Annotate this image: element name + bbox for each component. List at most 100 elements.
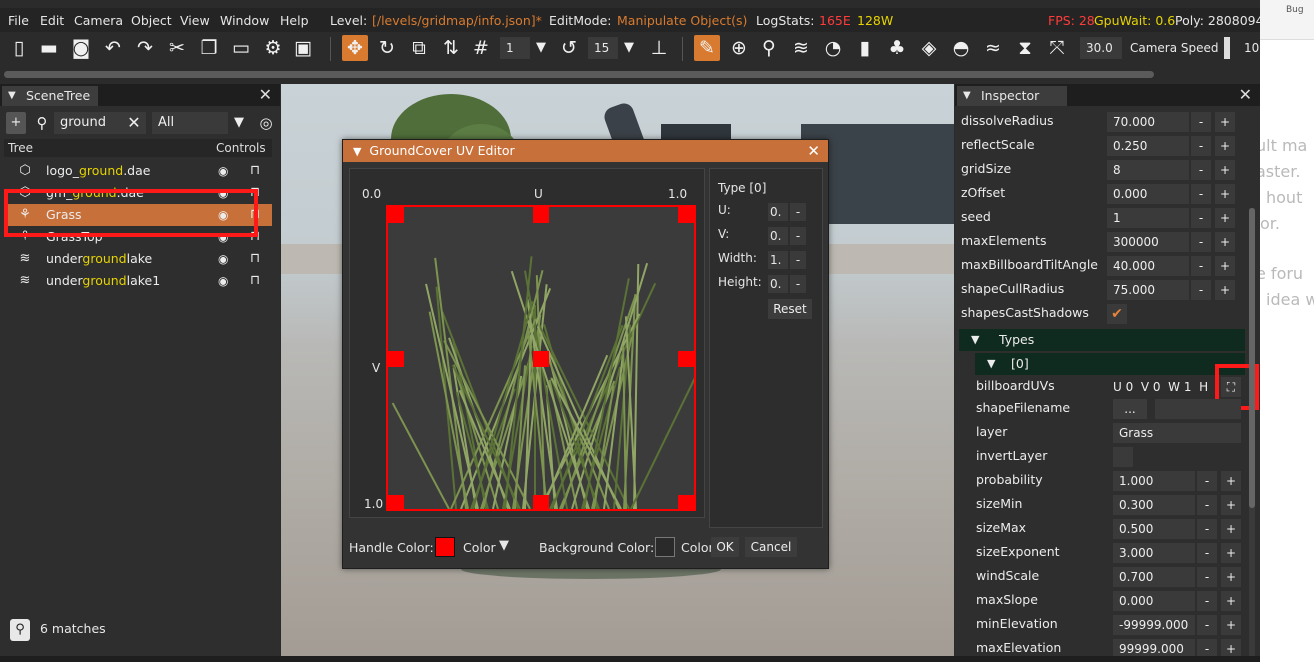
scene-tree-row[interactable]: ≋ undergroundlake ◉ ⊓ [4, 248, 272, 270]
inspector-tab[interactable]: ▼ Inspector [957, 86, 1067, 106]
increment-button[interactable]: + [1221, 495, 1241, 515]
scene-tree-row[interactable]: ≋ undergroundlake1 ◉ ⊓ [4, 270, 272, 292]
eye-icon[interactable]: ◉ [218, 248, 228, 270]
collapse-triangle-icon[interactable]: ▼ [987, 353, 995, 375]
property-value-input[interactable]: 0.500 [1113, 519, 1195, 539]
menu-edit[interactable]: Edit [40, 13, 64, 28]
property-value-input[interactable]: 0.300 [1113, 495, 1195, 515]
terrain-paint-icon[interactable]: ◓ [948, 35, 974, 61]
clear-search-icon[interactable]: ✕ [124, 112, 144, 134]
u-field-input[interactable]: 0. [768, 203, 788, 221]
filter-dropdown-icon[interactable]: ▼ [230, 112, 248, 134]
increment-button[interactable]: + [1221, 615, 1241, 635]
add-group-icon[interactable]: + [6, 112, 26, 134]
rotate-snap-icon[interactable]: ↺ [556, 35, 582, 61]
uv-handle-middle-right[interactable] [678, 351, 694, 367]
property-value-input[interactable]: 40.000 [1107, 256, 1189, 276]
lock-icon[interactable]: ⊓ [250, 160, 260, 182]
property-value-input[interactable]: 0.700 [1113, 567, 1195, 587]
undo-icon[interactable]: ↶ [100, 35, 126, 61]
property-value-input[interactable]: 1.000 [1113, 471, 1195, 491]
grid-size-dropdown-icon[interactable]: ▼ [528, 35, 554, 61]
increment-button[interactable]: + [1221, 519, 1241, 539]
toolbar-scrollbar[interactable] [0, 68, 1260, 82]
settings-gear-icon[interactable]: ⚙ [260, 35, 286, 61]
close-icon[interactable]: ✕ [259, 84, 272, 106]
property-value-input[interactable]: 0.000 [1107, 184, 1189, 204]
increment-button[interactable]: + [1221, 639, 1241, 656]
browse-file-button[interactable]: ... [1113, 399, 1147, 419]
logstats-errors[interactable]: 165E [819, 13, 851, 28]
handle-color-swatch[interactable] [435, 537, 455, 557]
property-value-input[interactable]: 0.000 [1113, 591, 1195, 611]
scene-tree-tab[interactable]: ▼ SceneTree [2, 86, 99, 106]
dialog-title-bar[interactable]: ▼ GroundCover UV Editor [343, 140, 828, 162]
type0-group-header[interactable]: ▼ [0] [975, 353, 1245, 375]
decrement-button[interactable]: - [1191, 184, 1211, 204]
lock-icon[interactable]: ⊓ [250, 248, 260, 270]
decrement-button[interactable]: - [1197, 567, 1217, 587]
forest-icon[interactable]: ♣ [884, 35, 910, 61]
handle-color-dropdown[interactable]: Color [463, 540, 496, 555]
uv-handle-bottom-center[interactable] [533, 495, 549, 511]
toolbar-scrollbar-thumb[interactable] [4, 71, 1154, 78]
menu-help[interactable]: Help [280, 13, 309, 28]
layer-input[interactable]: Grass [1113, 423, 1241, 443]
snap-axis-icon[interactable]: ⇅ [438, 35, 464, 61]
edit-pencil-icon[interactable]: ✎ [694, 35, 720, 61]
logstats-warnings[interactable]: 128W [857, 13, 893, 28]
shapes-cast-shadows-checkbox[interactable]: ✔ [1107, 304, 1127, 324]
delete-icon[interactable]: ▮ [852, 35, 878, 61]
grid-snap-icon[interactable]: # [468, 35, 494, 61]
decrement-button[interactable]: - [1191, 208, 1211, 228]
road-lanes-icon[interactable]: ⧗ [1012, 35, 1038, 61]
increment-button[interactable]: + [1221, 471, 1241, 491]
uv-handle-bottom-left[interactable] [388, 495, 404, 511]
move-tool-icon[interactable]: ✥ [342, 35, 368, 61]
uv-handle-middle-left[interactable] [388, 351, 404, 367]
uv-handle-top-center[interactable] [533, 207, 549, 223]
v-field-input[interactable]: 0. [768, 227, 788, 245]
increment-button[interactable]: + [1221, 591, 1241, 611]
eye-icon[interactable]: ◉ [218, 160, 228, 182]
decrement-button[interactable]: - [1191, 232, 1211, 252]
redo-icon[interactable]: ↷ [132, 35, 158, 61]
cancel-button[interactable]: Cancel [745, 537, 797, 557]
invert-layer-checkbox[interactable] [1113, 447, 1133, 467]
increment-button[interactable]: + [1215, 136, 1235, 156]
water-tool-icon[interactable]: ≈ [980, 35, 1006, 61]
locate-icon[interactable]: ◎ [256, 112, 276, 134]
property-value-input[interactable]: 3.000 [1113, 543, 1195, 563]
menu-file[interactable]: File [8, 13, 29, 28]
uv-handle-bottom-right[interactable] [678, 495, 694, 511]
cut-icon[interactable]: ✂ [164, 35, 190, 61]
menu-window[interactable]: Window [220, 13, 269, 28]
decrement-button[interactable]: - [1197, 495, 1217, 515]
collapse-triangle-icon[interactable]: ▼ [963, 86, 971, 106]
collapse-triangle-icon[interactable]: ▼ [971, 329, 979, 351]
decrement-button[interactable]: - [1197, 615, 1217, 635]
property-value-input[interactable]: 75.000 [1107, 280, 1189, 300]
background-color-dropdown[interactable]: Color [681, 540, 714, 555]
uv-canvas[interactable]: 0.0 U 1.0 V 1.0 [349, 168, 705, 518]
filter-select[interactable]: All [152, 112, 228, 134]
decrement-button[interactable]: - [1191, 280, 1211, 300]
bicycle-icon[interactable]: ⚲ [756, 35, 782, 61]
increment-button[interactable]: + [1221, 567, 1241, 587]
new-file-icon[interactable]: ▯ [6, 35, 32, 61]
grid-size-input[interactable]: 1 [500, 37, 530, 59]
close-icon[interactable]: ✕ [1239, 84, 1252, 106]
height-field-input[interactable]: 0. [768, 275, 788, 293]
camera-speed-input[interactable]: 30.0 [1080, 37, 1122, 59]
decrement-button[interactable]: - [1191, 256, 1211, 276]
shape-filename-input[interactable] [1155, 399, 1241, 419]
increment-button[interactable]: + [1215, 280, 1235, 300]
save-icon[interactable]: ◙ [68, 35, 94, 61]
scale-tool-icon[interactable]: ⧉ [406, 35, 432, 61]
property-value-input[interactable]: 70.000 [1107, 112, 1189, 132]
menu-view[interactable]: View [180, 13, 210, 28]
collapse-triangle-icon[interactable]: ▼ [8, 86, 16, 106]
chevron-down-icon[interactable]: ▼ [499, 538, 509, 553]
scene-tree-row[interactable]: ⬡ logo_ground.dae ◉ ⊓ [4, 160, 272, 182]
paste-icon[interactable]: ▭ [228, 35, 254, 61]
